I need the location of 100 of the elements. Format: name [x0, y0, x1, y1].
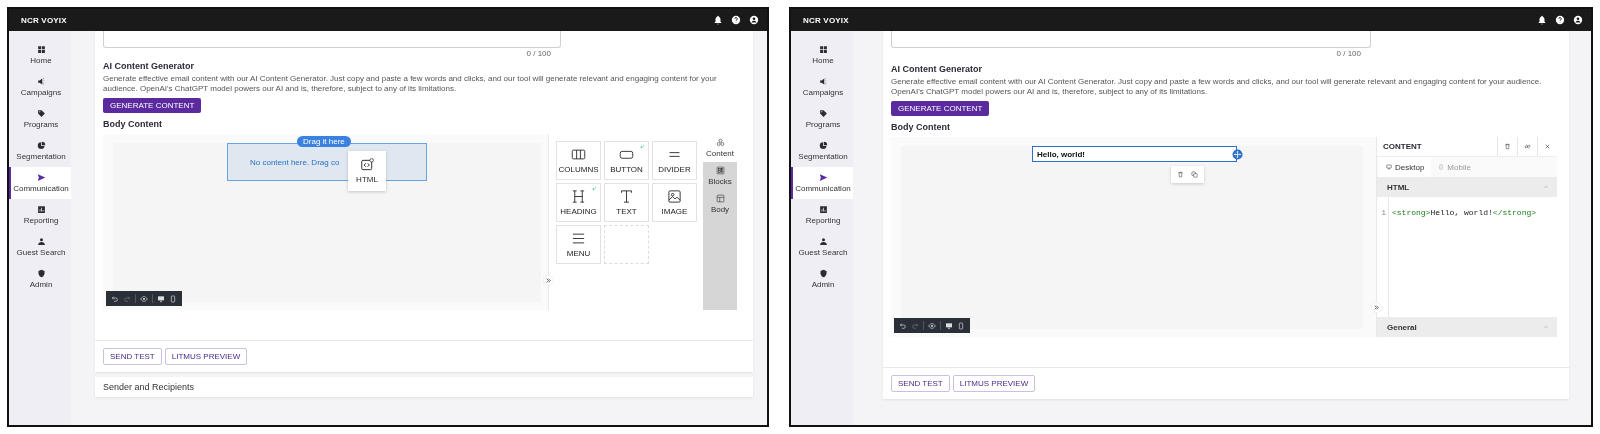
send-icon	[36, 173, 46, 182]
shield-icon	[36, 269, 46, 278]
empty-slot	[604, 225, 649, 264]
drop-hint: No content here. Drag co	[250, 157, 340, 167]
nav-item[interactable]: Campaigns	[791, 71, 853, 103]
character-counter: 0 / 100	[526, 48, 552, 58]
chevron-up-icon	[1543, 184, 1549, 190]
side-tab[interactable]: Body	[703, 190, 737, 218]
megaphone-icon	[818, 77, 828, 86]
generate-button[interactable]: GENERATE CONTENT	[103, 98, 202, 113]
chart-icon	[818, 205, 828, 214]
nav-item[interactable]: Segmentation	[9, 135, 71, 167]
section-header[interactable]: Sender and Recipients	[95, 377, 753, 397]
action-button[interactable]: LITMUS PREVIEW	[164, 348, 248, 365]
mobile-icon[interactable]	[957, 321, 965, 330]
person-icon	[818, 237, 828, 246]
drop-badge: Drag it here	[297, 136, 351, 147]
nav-item[interactable]: Programs	[791, 103, 853, 135]
heading-icon	[571, 189, 586, 204]
action-button[interactable]: LITMUS PREVIEW	[952, 375, 1036, 392]
megaphone-icon	[36, 77, 46, 86]
mobile-icon[interactable]	[169, 294, 177, 303]
nav-item[interactable]: Communication	[791, 167, 853, 199]
send-icon	[818, 173, 828, 182]
nav-item[interactable]: Home	[9, 39, 71, 71]
grid-icon	[36, 45, 46, 54]
content-tile[interactable]: BUTTON	[604, 141, 649, 180]
side-tab[interactable]: Blocks	[703, 162, 737, 190]
image-icon	[667, 189, 682, 204]
text-block[interactable]: Hello, world!	[1032, 146, 1237, 162]
eye-icon[interactable]	[140, 294, 148, 303]
text-field[interactable]	[891, 31, 1371, 48]
shapes-icon	[715, 138, 725, 147]
nav-item[interactable]: Home	[791, 39, 853, 71]
nav-item[interactable]: Admin	[791, 263, 853, 295]
columns-icon	[571, 147, 586, 162]
nav-item[interactable]: Reporting	[9, 199, 71, 231]
code-line: <strong>Hello, world!</strong>	[1392, 208, 1537, 217]
help-icon[interactable]	[731, 15, 741, 25]
help-icon[interactable]	[1555, 15, 1565, 25]
dragged-tile[interactable]: HTML	[348, 151, 386, 191]
nav-item[interactable]: Reporting	[791, 199, 853, 231]
section-header[interactable]: HTML	[1377, 177, 1557, 197]
blocks-icon	[715, 166, 725, 175]
collapse-button[interactable]	[543, 275, 554, 286]
nav-item[interactable]: Communication	[9, 167, 71, 199]
action-button[interactable]: SEND TEST	[891, 375, 950, 392]
character-counter: 0 / 100	[1336, 48, 1362, 58]
bell-icon[interactable]	[713, 15, 723, 25]
nav-item[interactable]: Programs	[9, 103, 71, 135]
eye-icon[interactable]	[928, 321, 936, 330]
content-tile[interactable]: IMAGE	[652, 183, 697, 222]
tag-icon	[818, 109, 828, 118]
move-icon[interactable]	[1232, 148, 1243, 160]
delete-icon[interactable]	[1176, 171, 1184, 178]
pie-icon	[818, 141, 828, 150]
section-title: Body Content	[103, 119, 163, 129]
generate-button[interactable]: GENERATE CONTENT	[891, 101, 990, 116]
person-icon	[36, 237, 46, 246]
account-icon[interactable]	[1573, 15, 1583, 25]
device-tab[interactable]: Desktop	[1379, 157, 1432, 177]
logo: NCR VOYIX	[21, 15, 67, 25]
content-tile[interactable]: COLUMNS	[556, 141, 601, 180]
account-icon[interactable]	[749, 15, 759, 25]
undo-icon[interactable]	[111, 294, 119, 303]
action-button[interactable]: SEND TEST	[103, 348, 162, 365]
side-tab[interactable]: Content	[703, 134, 737, 162]
logo: NCR VOYIX	[803, 15, 849, 25]
text-icon	[619, 189, 634, 204]
nav-item[interactable]: Segmentation	[791, 135, 853, 167]
chart-icon	[36, 205, 46, 214]
bell-icon[interactable]	[1537, 15, 1547, 25]
nav-item[interactable]: Campaigns	[9, 71, 71, 103]
section-header[interactable]: General	[1377, 317, 1557, 337]
layout-icon	[715, 194, 725, 203]
mobile-icon	[1438, 164, 1445, 170]
nav-item[interactable]: Admin	[9, 263, 71, 295]
tag-icon	[36, 109, 46, 118]
panel-title: CONTENT	[1382, 142, 1422, 151]
collapse-button[interactable]	[1371, 302, 1382, 313]
section-title: Body Content	[891, 122, 951, 132]
nav-item[interactable]: Guest Search	[9, 231, 71, 263]
undo-icon[interactable]	[899, 321, 907, 330]
duplicate-icon[interactable]	[1190, 171, 1198, 178]
shield-icon	[818, 269, 828, 278]
pie-icon	[36, 141, 46, 150]
content-tile[interactable]: MENU	[556, 225, 601, 264]
description: Generate effective email content with our AI Content Generator. Just copy and paste a few words and clicks, and our tool will generate relevant and engaging content for your audience. OpenAI's ChatGPT model powers our AI and is, therefore, subject to any of its limitations.	[103, 74, 718, 94]
content-tile[interactable]: TEXT	[604, 183, 649, 222]
chevron-up-icon	[1543, 324, 1549, 330]
text-field[interactable]	[103, 31, 561, 48]
section-title: AI Content Generator	[103, 61, 195, 71]
desktop-icon[interactable]	[945, 321, 953, 330]
desktop-icon[interactable]	[157, 294, 165, 303]
menu-icon	[571, 231, 586, 246]
description: Generate effective email content with our AI Content Generator. Just copy and paste a few words and clicks, and our tool will generate relevant and engaging content for your audience. OpenAI's ChatGPT model powers our AI and is, therefore, subject to any of its limitations.	[891, 77, 1543, 97]
content-tile[interactable]: HEADING	[556, 183, 601, 222]
nav-item[interactable]: Guest Search	[791, 231, 853, 263]
line-number: 1	[1381, 208, 1386, 217]
content-tile[interactable]: DIVIDER	[652, 141, 697, 180]
